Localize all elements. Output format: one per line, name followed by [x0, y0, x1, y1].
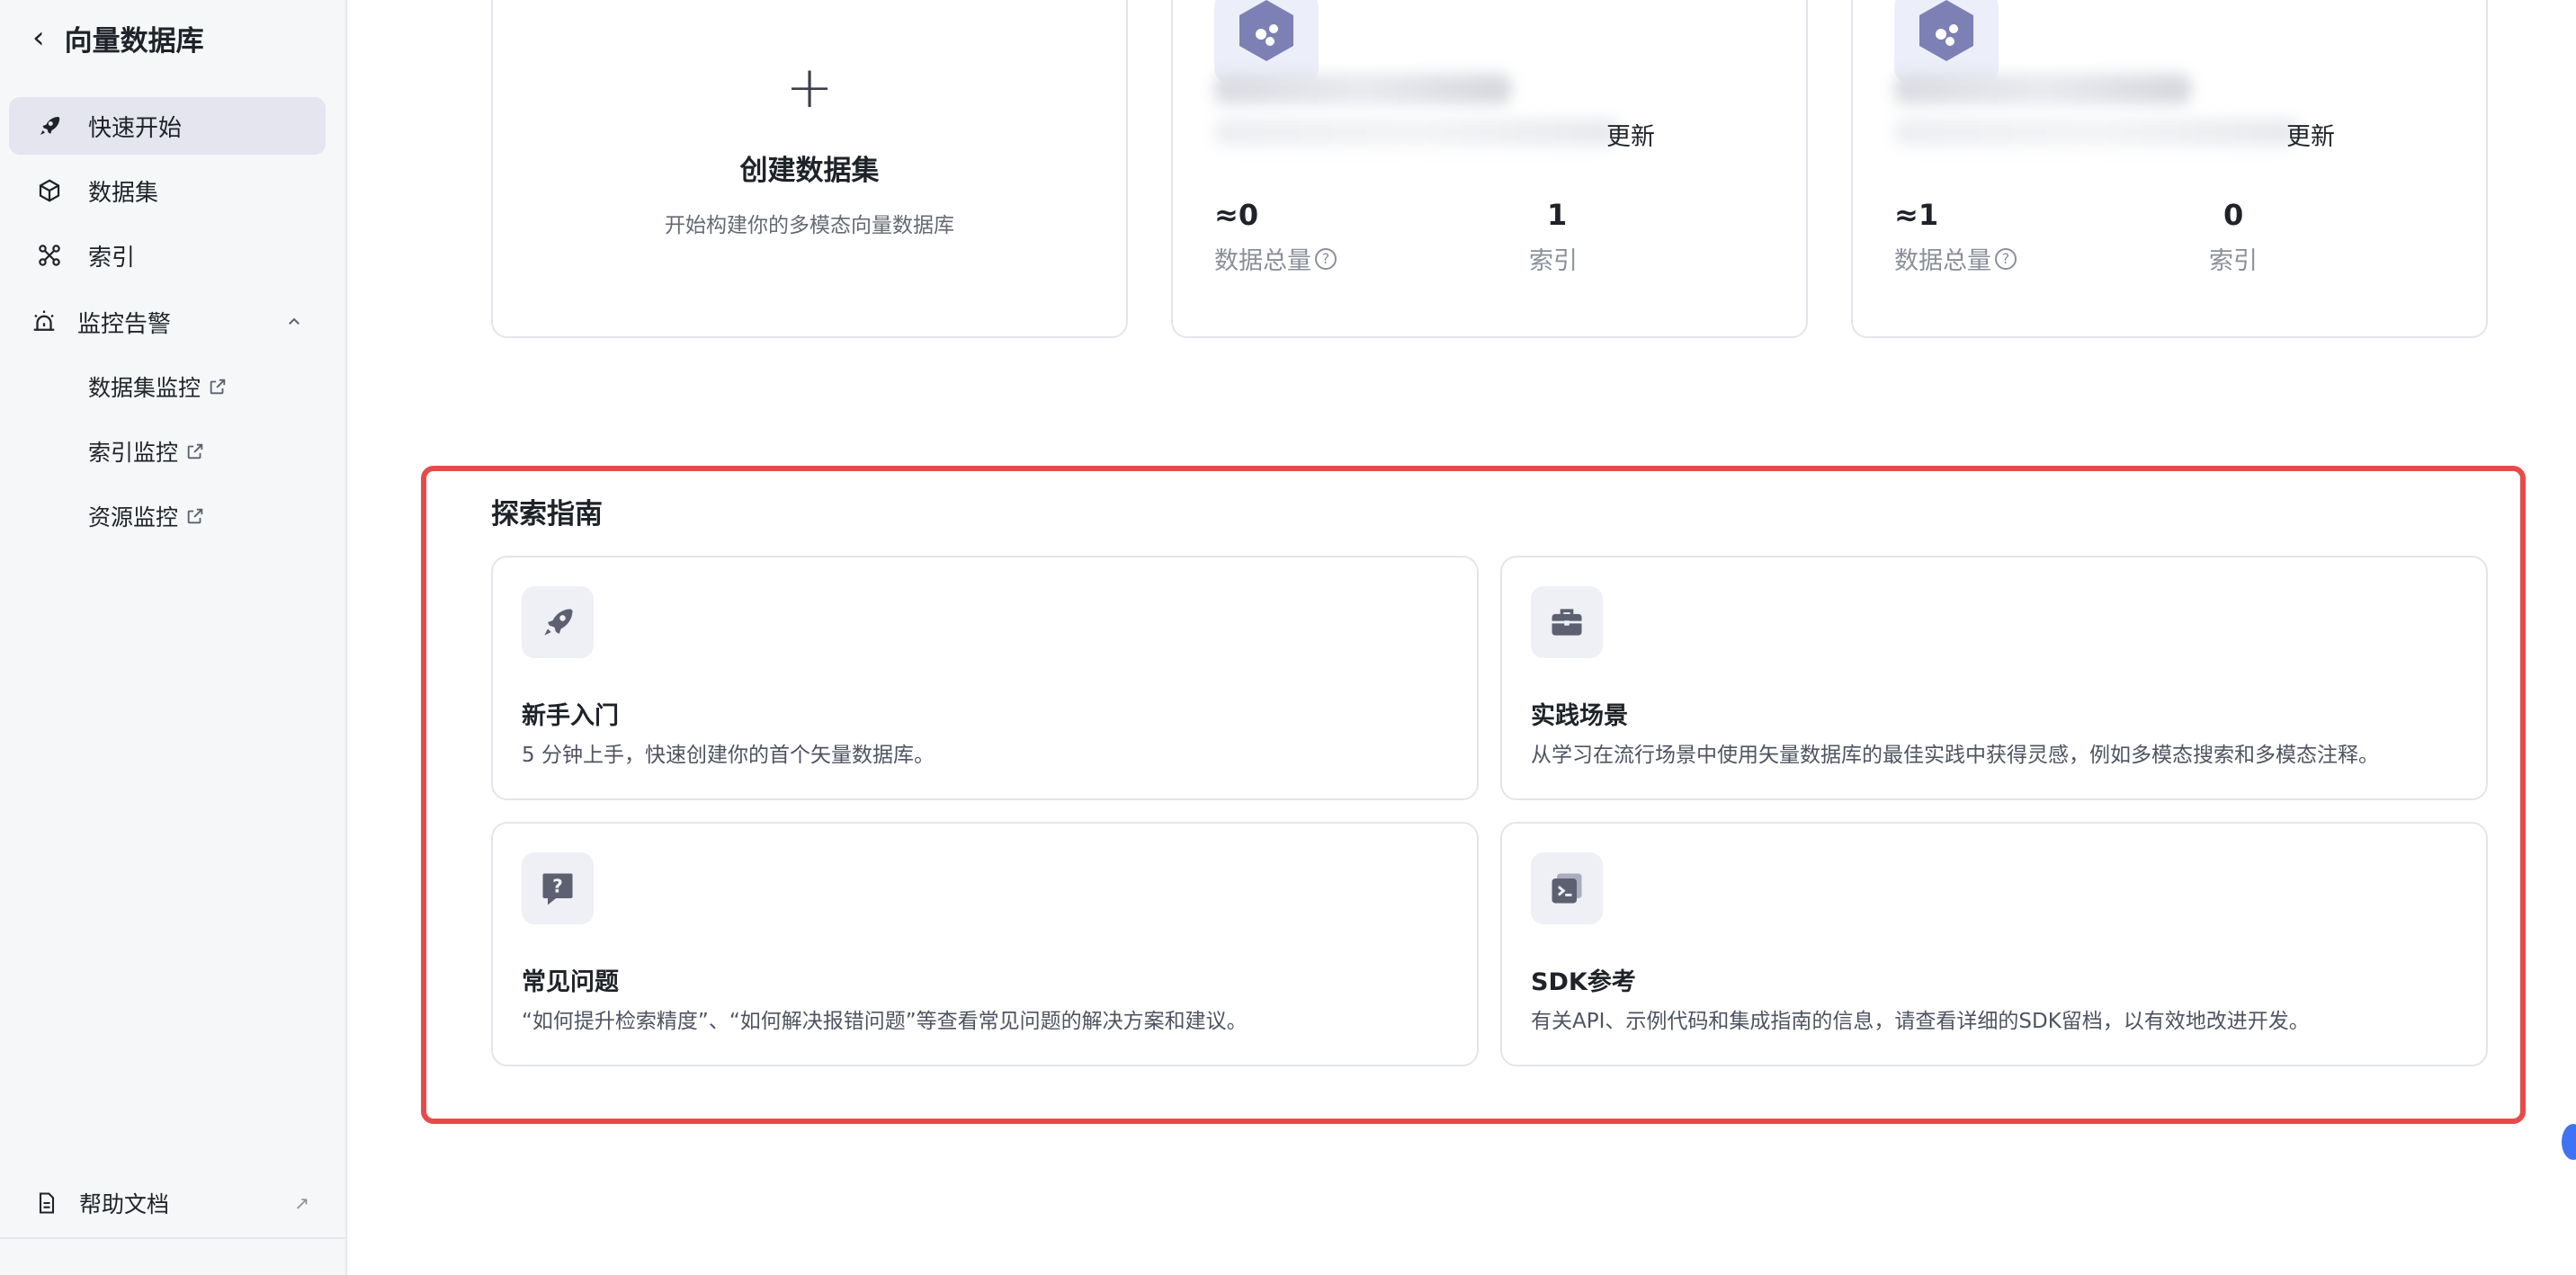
floating-assistant-button[interactable] — [2562, 1124, 2576, 1160]
sidebar-item-label: 数据集 — [88, 179, 159, 207]
cube-icon — [34, 175, 65, 206]
sidebar-subitem-label: 索引监控 — [88, 440, 179, 466]
rocket-icon — [34, 111, 65, 141]
briefcase-icon — [1531, 586, 1603, 658]
sidebar-subitem-dataset-monitor[interactable]: 数据集监控 — [88, 365, 228, 408]
help-circle-icon[interactable]: ? — [1995, 247, 2017, 270]
guide-desc: 从学习在流行场景中使用矢量数据库的最佳实践中获得灵感，例如多模态搜索和多模态注释… — [1531, 744, 2379, 767]
dataset-hex-icon — [1214, 0, 1319, 83]
blurred-dataset-name — [1894, 74, 2191, 104]
plus-icon: + — [785, 55, 834, 121]
dataset-hex-icon — [1894, 0, 1999, 83]
sidebar-item-monitoring[interactable]: 监控告警 — [9, 293, 326, 351]
sidebar-subitem-index-monitor[interactable]: 索引监控 — [88, 430, 205, 473]
dataset-card[interactable]: 更新 ≈1 数据总量 ? 0 索引 — [1851, 0, 2488, 338]
blurred-dataset-name — [1214, 74, 1511, 104]
sidebar-item-label: 索引 — [88, 244, 136, 272]
guide-card-practice[interactable]: 实践场景 从学习在流行场景中使用矢量数据库的最佳实践中获得灵感，例如多模态搜索和… — [1500, 556, 2488, 800]
help-circle-icon[interactable]: ? — [1315, 247, 1337, 270]
sidebar-divider — [0, 1237, 345, 1239]
blurred-dataset-meta — [1894, 119, 2299, 146]
graph-nodes-icon — [34, 240, 65, 271]
guide-desc: 5 分钟上手，快速创建你的首个矢量数据库。 — [522, 744, 935, 767]
arrow-up-right-icon: ↗ — [294, 1192, 309, 1214]
back-header[interactable]: ‹ 向量数据库 — [32, 16, 204, 59]
help-docs-label: 帮助文档 — [79, 1191, 170, 1217]
sidebar-subitem-label: 资源监控 — [88, 504, 179, 531]
sidebar-subitem-label: 数据集监控 — [88, 375, 201, 401]
create-dataset-title: 创建数据集 — [739, 155, 880, 187]
guide-title: 实践场景 — [1531, 702, 1628, 730]
dataset-index-label: 索引 — [1529, 247, 1578, 275]
dataset-card[interactable]: 更新 ≈0 数据总量 ? 1 索引 — [1171, 0, 1808, 338]
sidebar: ‹ 向量数据库 快速开始 数据集 索引 监控告警 数据集监控 索引监控 资源监控… — [0, 0, 347, 1275]
chevron-left-icon: ‹ — [32, 20, 45, 56]
explore-section-title: 探索指南 — [491, 498, 603, 531]
sidebar-subitem-resource-monitor[interactable]: 资源监控 — [88, 495, 205, 538]
dataset-count-label: 数据总量 ? — [1894, 241, 2017, 276]
sidebar-item-quick-start[interactable]: 快速开始 — [9, 97, 326, 155]
sidebar-title: 向量数据库 — [64, 24, 204, 58]
svg-text:?: ? — [552, 876, 563, 897]
guide-desc: “如何提升检索精度”、“如何解决报错问题”等查看常见问题的解决方案和建议。 — [522, 1010, 1248, 1033]
dataset-updated-text: 更新 — [2286, 123, 2335, 151]
blurred-dataset-meta — [1214, 119, 1619, 146]
dataset-updated-text: 更新 — [1606, 123, 1655, 151]
alarm-icon — [29, 307, 59, 337]
guide-desc: 有关API、示例代码和集成指南的信息，请查看详细的SDK留档，以有效地改进开发。 — [1531, 1010, 2310, 1033]
create-dataset-card[interactable]: + 创建数据集 开始构建你的多模态向量数据库 — [491, 0, 1128, 338]
sidebar-item-index[interactable]: 索引 — [9, 227, 326, 284]
dataset-count: ≈1 — [1894, 198, 1939, 232]
question-bubble-icon: ? — [522, 852, 594, 924]
guide-title: SDK参考 — [1531, 968, 1636, 996]
dataset-count-label-text: 数据总量 — [1894, 247, 1991, 275]
guide-title: 常见问题 — [522, 968, 619, 996]
external-link-icon — [187, 508, 203, 524]
external-link-icon — [187, 443, 203, 459]
external-link-icon — [210, 379, 226, 395]
sidebar-item-label: 监控告警 — [77, 310, 172, 338]
dataset-count-label-text: 数据总量 — [1214, 247, 1311, 275]
dataset-count-label: 数据总量 ? — [1214, 241, 1337, 276]
guide-card-sdk[interactable]: SDK参考 有关API、示例代码和集成指南的信息，请查看详细的SDK留档，以有效… — [1500, 822, 2488, 1066]
dataset-index-count: 0 — [2223, 198, 2244, 232]
dataset-index-count: 1 — [1547, 198, 1568, 232]
dataset-count: ≈0 — [1214, 198, 1259, 232]
chevron-up-icon[interactable] — [286, 313, 302, 334]
guide-card-getting-started[interactable]: 新手入门 5 分钟上手，快速创建你的首个矢量数据库。 — [491, 556, 1479, 800]
sidebar-item-datasets[interactable]: 数据集 — [9, 162, 326, 219]
create-dataset-desc: 开始构建你的多模态向量数据库 — [665, 214, 954, 237]
rocket-icon — [522, 586, 594, 658]
guide-card-faq[interactable]: ? 常见问题 “如何提升检索精度”、“如何解决报错问题”等查看常见问题的解决方案… — [491, 822, 1479, 1066]
guide-title: 新手入门 — [522, 702, 619, 730]
dataset-index-label: 索引 — [2209, 247, 2258, 275]
document-icon — [39, 1192, 55, 1214]
help-docs-link[interactable]: 帮助文档 ↗ — [0, 1174, 345, 1232]
terminal-icon — [1531, 852, 1603, 924]
sidebar-item-label: 快速开始 — [88, 114, 183, 142]
